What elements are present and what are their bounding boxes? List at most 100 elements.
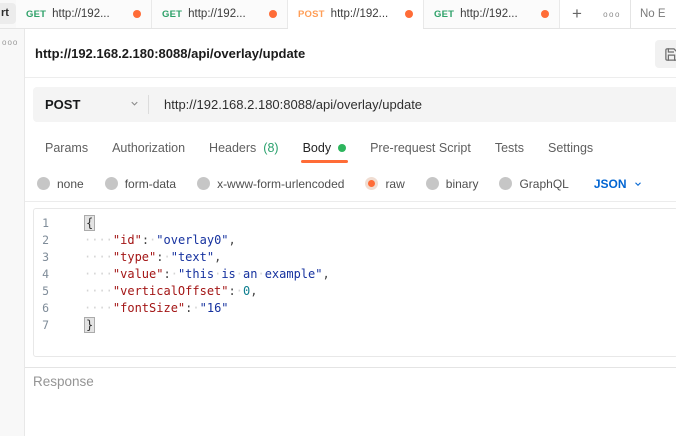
editor-line: 4····"value":·"this·is·an·example", xyxy=(34,266,676,283)
json-key: "type" xyxy=(113,250,156,264)
whitespace-dots: · xyxy=(192,301,199,315)
code-content: ····"id":·"overlay0", xyxy=(49,233,236,247)
request-tab-2[interactable]: POST http://192... xyxy=(288,0,424,28)
bracket-highlight: } xyxy=(84,317,95,333)
save-button[interactable] xyxy=(655,40,676,68)
body-filled-dot-icon xyxy=(338,144,346,152)
code-content: ····"fontSize":·"16" xyxy=(49,301,229,315)
json-punctuation: , xyxy=(322,267,329,281)
tab-url-label: http://192... xyxy=(188,8,246,20)
chevron-down-icon xyxy=(633,179,643,189)
method-dropdown[interactable]: POST xyxy=(33,87,148,122)
code-content: } xyxy=(49,318,95,332)
tab-label: Tests xyxy=(495,141,524,155)
editor-line: 1{ xyxy=(34,215,676,232)
line-number: 7 xyxy=(34,317,49,334)
rail-more-dots-icon[interactable]: ooo xyxy=(2,38,18,47)
tab-url-label: http://192... xyxy=(460,8,518,20)
tab-params[interactable]: Params xyxy=(45,130,88,166)
json-punctuation: : xyxy=(156,250,163,264)
body-type-binary[interactable]: binary xyxy=(426,177,479,191)
whitespace-dots: · xyxy=(164,250,171,264)
json-punctuation: : xyxy=(163,267,170,281)
editor-line: 7} xyxy=(34,317,676,334)
request-tab-1[interactable]: GEThttp://192... xyxy=(152,0,288,28)
code-content: ····"value":·"this·is·an·example", xyxy=(49,267,330,281)
body-type-label: binary xyxy=(446,177,479,191)
json-string: "this xyxy=(178,267,214,281)
editor-line: 6····"fontSize":·"16" xyxy=(34,300,676,317)
tab-settings[interactable]: Settings xyxy=(548,130,593,166)
line-number: 1 xyxy=(34,215,49,232)
body-type-graphql[interactable]: GraphQL xyxy=(499,177,568,191)
json-punctuation: , xyxy=(250,284,257,298)
bracket-highlight: { xyxy=(84,215,95,231)
unsaved-dot-icon xyxy=(269,10,277,18)
body-type-selector-row: none form-data x-www-form-urlencoded raw bin… xyxy=(25,166,676,202)
json-punctuation: , xyxy=(229,233,236,247)
editor-line: 2····"id":·"overlay0", xyxy=(34,232,676,249)
left-sidebar-sliver: rt ooo xyxy=(0,0,25,436)
body-type-form-data[interactable]: form-data xyxy=(105,177,176,191)
json-string: example" xyxy=(265,267,323,281)
body-type-label: raw xyxy=(385,177,404,191)
request-section-tabs: Params Authorization Headers (8) Body Pre-req… xyxy=(25,130,676,166)
unsaved-dot-icon xyxy=(541,10,549,18)
tab-label: Pre-request Script xyxy=(370,141,471,155)
method-label: POST xyxy=(45,97,80,112)
tab-method-label: POST xyxy=(298,9,325,20)
tab-headers[interactable]: Headers (8) xyxy=(209,130,279,166)
environment-selector[interactable]: No E xyxy=(631,0,666,28)
tab-label: Params xyxy=(45,141,88,155)
tab-label: Headers xyxy=(209,141,256,155)
whitespace-dots: ···· xyxy=(84,301,113,315)
divider xyxy=(25,367,676,368)
tab-options-icon[interactable]: ooo xyxy=(594,0,630,28)
tab-label: Authorization xyxy=(112,141,185,155)
code-content: ····"verticalOffset":·0, xyxy=(49,284,257,298)
headers-count-badge: (8) xyxy=(263,141,278,155)
whitespace-dots: · xyxy=(236,284,243,298)
tab-pre-request-script[interactable]: Pre-request Script xyxy=(370,130,471,166)
body-type-x-www-form-urlencoded[interactable]: x-www-form-urlencoded xyxy=(197,177,344,191)
tab-label: Body xyxy=(303,141,332,155)
body-code-editor[interactable]: 1{2····"id":·"overlay0",3····"type":·"te… xyxy=(33,208,676,357)
json-string: an xyxy=(243,267,257,281)
request-tab-0[interactable]: GEThttp://192... xyxy=(16,0,152,28)
tab-authorization[interactable]: Authorization xyxy=(112,130,185,166)
request-tab-3[interactable]: GEThttp://192... xyxy=(424,0,560,28)
request-title-url: http://192.168.2.180:8088/api/overlay/up… xyxy=(35,29,305,78)
body-language-dropdown[interactable]: JSON xyxy=(594,177,643,191)
save-icon xyxy=(664,47,676,62)
tab-tests[interactable]: Tests xyxy=(495,130,524,166)
unsaved-dot-icon xyxy=(405,10,413,18)
json-string: is xyxy=(221,267,235,281)
new-tab-button[interactable]: + xyxy=(560,0,594,28)
request-input-group: POST http://192.168.2.180:8088/api/overl… xyxy=(33,87,676,122)
body-type-raw[interactable]: raw xyxy=(365,177,404,191)
request-builder-row: POST http://192.168.2.180:8088/api/overl… xyxy=(25,78,676,130)
json-key: "value" xyxy=(113,267,164,281)
whitespace-dots: ···· xyxy=(84,233,113,247)
tab-url-label: http://192... xyxy=(331,8,389,20)
json-string: "16" xyxy=(200,301,229,315)
json-key: "id" xyxy=(113,233,142,247)
chevron-down-icon xyxy=(129,96,140,114)
json-key: "fontSize" xyxy=(113,301,185,315)
body-type-label: GraphQL xyxy=(519,177,568,191)
radio-icon xyxy=(499,177,512,190)
tab-body[interactable]: Body xyxy=(303,130,347,166)
whitespace-dots: · xyxy=(236,267,243,281)
code-content: ····"type":·"text", xyxy=(49,250,221,264)
tab-url-label: http://192... xyxy=(52,8,110,20)
json-punctuation: : xyxy=(229,284,236,298)
tab-label: Settings xyxy=(548,141,593,155)
editor-line: 3····"type":·"text", xyxy=(34,249,676,266)
request-tab-strip: GEThttp://192...GEThttp://192...POSThttp… xyxy=(0,0,676,29)
url-input[interactable]: http://192.168.2.180:8088/api/overlay/up… xyxy=(149,97,422,112)
body-type-none[interactable]: none xyxy=(37,177,84,191)
radio-selected-icon xyxy=(365,177,378,190)
body-type-label: x-www-form-urlencoded xyxy=(217,177,344,191)
body-language-label: JSON xyxy=(594,177,627,191)
whitespace-dots: ···· xyxy=(84,250,113,264)
